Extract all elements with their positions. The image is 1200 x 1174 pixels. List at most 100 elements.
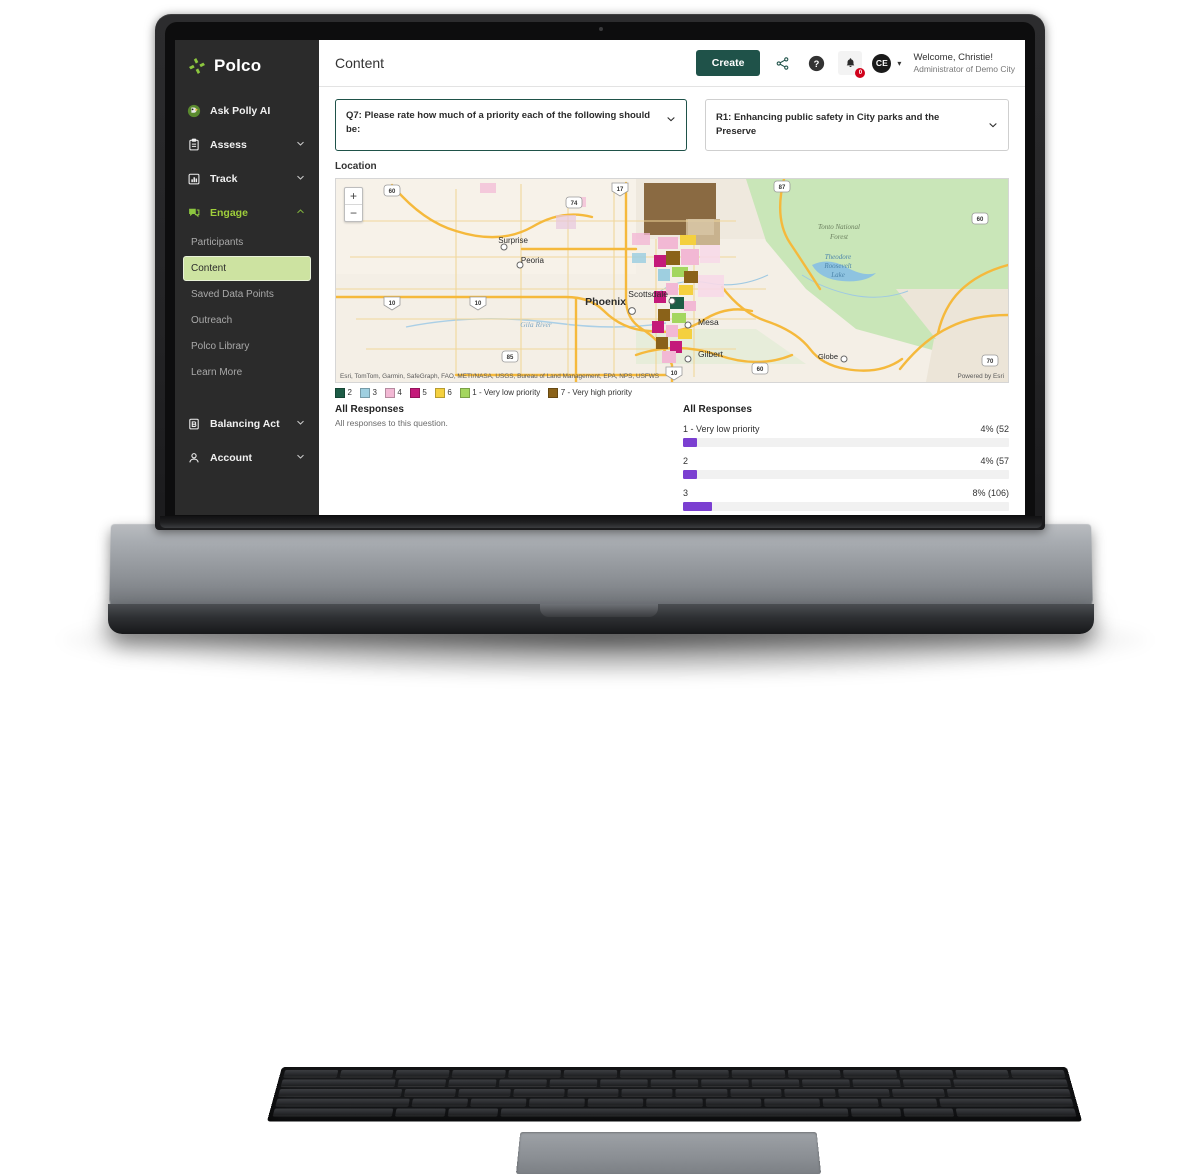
legend-item: 4 — [384, 387, 402, 398]
engage-subnav: Participants Content Saved Data Points O… — [175, 230, 319, 391]
legend-label: 2 — [347, 388, 352, 398]
map-canvas: 60 74 17 10 10 10 87 60 60 70 85 Surpris… — [336, 178, 1008, 382]
share-icon[interactable] — [770, 51, 794, 75]
all-responses-bar-chart: All Responses 1 - Very low priority 4% (… — [683, 404, 1009, 511]
chat-bubble-icon — [187, 206, 201, 220]
map-attribution: Esri, TomTom, Garmin, SafeGraph, FAO, ME… — [340, 372, 660, 380]
response-select-value: R1: Enhancing public safety in City park… — [716, 112, 940, 137]
sidebar-nav: Ask Polly AI Assess Track Engage Partici… — [175, 94, 319, 479]
brand-name: Polco — [214, 56, 262, 75]
response-select[interactable]: R1: Enhancing public safety in City park… — [705, 99, 1009, 151]
responses-columns: All Responses All responses to this ques… — [335, 402, 1009, 511]
svg-text:85: 85 — [507, 355, 514, 361]
laptop-base-notch — [540, 604, 658, 617]
page-title: Content — [335, 55, 385, 71]
svg-text:Mesa: Mesa — [698, 317, 719, 327]
sidebar-subitem-polco-library[interactable]: Polco Library — [183, 334, 311, 359]
map-zoom-out-button[interactable]: − — [345, 205, 362, 221]
svg-text:60: 60 — [977, 217, 984, 223]
svg-text:Lake: Lake — [830, 271, 845, 279]
map-powered-by: Powered by Esri — [957, 372, 1004, 380]
user-greeting: Welcome, Christie! Administrator of Demo… — [913, 52, 1015, 75]
sidebar-subitem-content[interactable]: Content — [183, 256, 311, 281]
bar-value: 4% (52 — [980, 423, 1009, 434]
question-select[interactable]: Q7: Please rate how much of a priority e… — [335, 99, 687, 151]
main-area: Content Create ? 0 CE ▾ Welcome, Christi… — [319, 40, 1025, 515]
bar-track — [683, 437, 1009, 447]
svg-text:60: 60 — [757, 367, 764, 373]
sidebar-label-account: Account — [210, 452, 252, 464]
sidebar-item-ask-polly-ai[interactable]: Ask Polly AI — [175, 94, 319, 128]
sidebar-subitem-outreach[interactable]: Outreach — [183, 308, 311, 333]
laptop-hinge — [160, 516, 1042, 528]
svg-text:10: 10 — [671, 371, 678, 377]
all-responses-left-panel: All Responses All responses to this ques… — [335, 404, 665, 511]
map-zoom-in-button[interactable]: + — [345, 188, 362, 205]
svg-text:74: 74 — [571, 201, 578, 207]
left-panel-subtitle: All responses to this question. — [335, 417, 448, 428]
svg-text:87: 87 — [779, 185, 786, 191]
legend-label: 1 - Very low priority — [472, 388, 541, 398]
bar-fill — [683, 501, 712, 511]
sidebar-label-balancing-act: Balancing Act — [210, 418, 280, 430]
screenshot-stage: Polco Ask Polly AI Assess Track Engage P… — [0, 0, 1200, 1174]
laptop-base — [109, 524, 1093, 1174]
svg-text:10: 10 — [389, 301, 396, 307]
sidebar-subitem-saved-data-points[interactable]: Saved Data Points — [183, 282, 311, 307]
chart-bars-icon — [187, 172, 201, 186]
svg-text:Surprise: Surprise — [498, 236, 528, 245]
legend-item: 2 — [335, 387, 352, 398]
clipboard-icon — [187, 138, 201, 152]
legend-swatch — [359, 387, 370, 398]
sidebar-item-track[interactable]: Track — [175, 162, 319, 196]
sidebar-label-ask-polly-ai: Ask Polly AI — [210, 105, 271, 117]
location-section-label: Location — [335, 160, 377, 172]
content-area: Location 60 74 17 10 10 10 87 60 60 70 8… — [319, 151, 1025, 515]
legend-swatch — [409, 387, 420, 398]
question-select-value: Q7: Please rate how much of a priority e… — [346, 110, 651, 135]
location-map[interactable]: 60 74 17 10 10 10 87 60 60 70 85 Surpris… — [335, 177, 1009, 383]
chevron-down-icon — [296, 139, 305, 151]
legend-swatch — [434, 387, 445, 398]
avatar[interactable]: CE — [872, 53, 892, 73]
legend-item: 5 — [409, 387, 427, 398]
sidebar: Polco Ask Polly AI Assess Track Engage P… — [175, 40, 319, 515]
svg-text:Roosevelt: Roosevelt — [823, 262, 852, 270]
legend-item: 6 — [434, 387, 452, 398]
sidebar-item-engage[interactable]: Engage — [175, 196, 319, 230]
svg-text:Phoenix: Phoenix — [585, 296, 626, 308]
svg-text:Scottsdale: Scottsdale — [628, 289, 668, 299]
svg-text:17: 17 — [617, 187, 624, 193]
welcome-text: Welcome, Christie! — [913, 51, 993, 63]
svg-text:Theodore: Theodore — [825, 253, 852, 261]
question-mark-icon[interactable]: ? — [804, 51, 828, 75]
sidebar-label-track: Track — [210, 173, 238, 185]
bell-icon[interactable]: 0 — [838, 51, 866, 78]
top-bar: Content Create ? 0 CE ▾ Welcome, Christi… — [319, 40, 1025, 87]
laptop-screen: Polco Ask Polly AI Assess Track Engage P… — [175, 40, 1025, 515]
sidebar-item-account[interactable]: Account — [175, 441, 319, 475]
create-button[interactable]: Create — [695, 50, 761, 76]
sidebar-label-engage: Engage — [210, 207, 248, 219]
sidebar-item-assess[interactable]: Assess — [175, 128, 319, 162]
chevron-up-icon — [296, 207, 305, 219]
sidebar-subitem-learn-more[interactable]: Learn More — [183, 360, 311, 385]
sidebar-subitem-participants[interactable]: Participants — [183, 230, 311, 255]
brand-logo[interactable]: Polco — [175, 40, 319, 94]
balancing-act-icon — [187, 417, 201, 431]
bar-row: 3 8% (106) — [683, 488, 1009, 511]
legend-label: 4 — [397, 388, 402, 398]
svg-text:70: 70 — [987, 359, 994, 365]
sidebar-item-balancing-act[interactable]: Balancing Act — [175, 407, 319, 441]
chevron-down-icon — [296, 418, 305, 430]
legend-label: 5 — [422, 388, 427, 398]
legend-label: 7 - Very high priority — [560, 388, 632, 398]
laptop-keyboard — [266, 1067, 1083, 1122]
bar-value: 4% (57 — [980, 455, 1009, 466]
legend-swatch — [335, 387, 345, 398]
laptop-trackpad — [515, 1131, 822, 1174]
map-zoom-controls[interactable]: + − — [344, 186, 363, 222]
avatar-chevron-down-icon[interactable]: ▾ — [897, 59, 901, 68]
bar-row: 1 - Very low priority 4% (52 — [683, 424, 1009, 447]
legend-swatch — [384, 387, 395, 398]
